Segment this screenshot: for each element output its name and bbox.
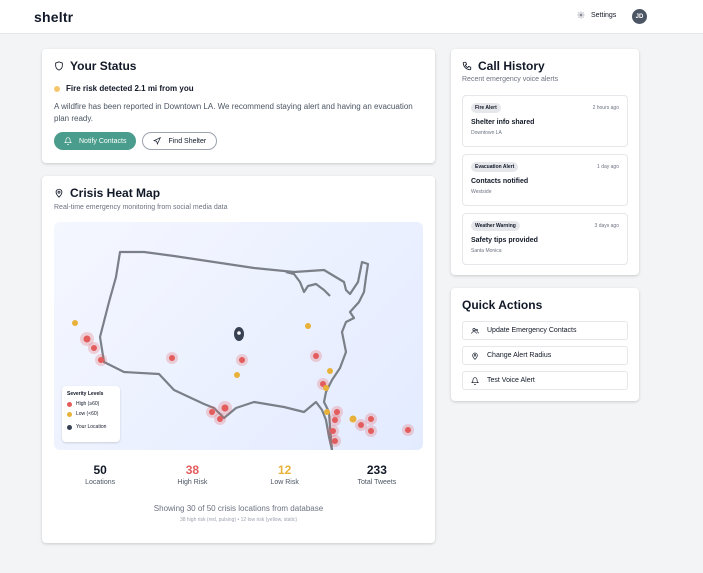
phone-icon	[462, 61, 472, 71]
map-pin-icon	[55, 188, 63, 198]
stat-total-tweets-label: Total Tweets	[357, 479, 397, 486]
status-actions: Notify Contacts Find Shelter	[54, 132, 423, 150]
map-legend: Severity Levels High (≥60) Low (<60) You…	[62, 386, 120, 442]
low-risk-point[interactable]	[324, 409, 330, 415]
call-history-card: Call History Recent emergency voice aler…	[451, 49, 639, 275]
settings-label: Settings	[591, 11, 617, 19]
test-voice-alert-button[interactable]: Test Voice Alert	[462, 371, 628, 390]
shield-icon	[55, 61, 63, 71]
bell-icon	[471, 376, 479, 385]
heatmap-title-text: Crisis Heat Map	[70, 186, 161, 200]
status-card: Your Status Fire risk detected 2.1 mi fr…	[42, 49, 435, 163]
status-title: Your Status	[54, 59, 423, 73]
stat-total-tweets: 233 Total Tweets	[331, 463, 423, 486]
stat-low-risk-value: 12	[277, 463, 292, 477]
update-contacts-label: Update Emergency Contacts	[487, 327, 577, 334]
update-contacts-button[interactable]: Update Emergency Contacts	[462, 321, 628, 340]
history-item[interactable]: Weather Warning 3 days ago Safety tips p…	[462, 213, 628, 265]
history-title: Contacts notified	[471, 178, 529, 185]
quick-actions-card: Quick Actions Update Emergency Contacts …	[451, 288, 639, 401]
stat-total-tweets-value: 233	[366, 463, 387, 477]
warning-dot	[54, 85, 60, 92]
navigation-icon	[153, 137, 162, 145]
low-risk-point[interactable]	[305, 323, 311, 329]
call-history-subtitle: Recent emergency voice alerts	[462, 76, 559, 83]
call-history-title-text: Call History	[478, 59, 545, 73]
legend-low: Low (<60)	[67, 411, 115, 417]
stat-locations-label: Locations	[85, 479, 116, 486]
heatmap-subtitle: Real-time emergency monitoring from soci…	[54, 204, 228, 211]
notify-contacts-button[interactable]: Notify Contacts	[54, 132, 137, 150]
users-icon	[471, 327, 479, 334]
stat-locations: 50 Locations	[54, 463, 146, 486]
status-headline: Fire risk detected 2.1 mi from you	[54, 84, 423, 93]
heatmap-stats: 50 Locations 38 High Risk 12 Low Risk 23…	[54, 463, 423, 486]
history-time: 2 hours ago	[592, 105, 619, 111]
call-history-title: Call History	[462, 59, 628, 73]
gear-icon	[577, 11, 585, 19]
bell-icon	[64, 137, 72, 145]
low-risk-point[interactable]	[327, 368, 333, 374]
heatmap-map[interactable]: Severity Levels High (≥60) Low (<60) You…	[54, 222, 423, 450]
map-pin-icon	[472, 352, 478, 360]
history-time: 1 day ago	[597, 164, 619, 170]
legend-high-label: High (≥60)	[76, 401, 100, 407]
legend-location: Your Location	[67, 424, 115, 430]
quick-actions-title: Quick Actions	[462, 298, 543, 312]
high-risk-points	[80, 332, 414, 447]
legend-low-label: Low (<60)	[76, 411, 99, 417]
low-dot	[67, 411, 72, 417]
change-radius-button[interactable]: Change Alert Radius	[462, 346, 628, 365]
stat-high-risk: 38 High Risk	[146, 463, 238, 486]
low-risk-point[interactable]	[323, 385, 329, 391]
user-location-pin[interactable]	[234, 327, 244, 341]
heatmap-title: Crisis Heat Map	[54, 186, 423, 200]
history-time: 3 days ago	[594, 223, 619, 229]
top-bar: sheltr Settings JD	[0, 0, 703, 34]
stat-locations-value: 50	[93, 463, 107, 477]
heatmap-card: Crisis Heat Map Real-time emergency moni…	[42, 176, 435, 543]
history-location: Westside	[471, 189, 492, 195]
history-location: Santa Monica	[471, 248, 502, 254]
status-description: A wildfire has been reported in Downtown…	[54, 102, 413, 123]
history-title: Shelter info shared	[471, 119, 535, 126]
stat-low-risk-label: Low Risk	[270, 479, 299, 486]
legend-high: High (≥60)	[67, 401, 115, 407]
low-risk-point[interactable]	[72, 320, 78, 326]
history-badge: Fire Alert	[471, 103, 501, 113]
notify-contacts-label: Notify Contacts	[79, 137, 127, 145]
history-location: Downtown LA	[471, 130, 502, 136]
history-title: Safety tips provided	[471, 237, 538, 244]
brand-logo[interactable]: sheltr	[34, 9, 73, 25]
legend-location-label: Your Location	[76, 424, 107, 430]
low-risk-point[interactable]	[234, 372, 240, 378]
stat-high-risk-value: 38	[185, 463, 200, 477]
location-dot	[67, 424, 72, 430]
history-badge: Weather Warning	[471, 221, 520, 231]
find-shelter-label: Find Shelter	[168, 137, 207, 145]
great-lakes-outline	[285, 270, 331, 297]
history-item[interactable]: Evacuation Alert 1 day ago Contacts noti…	[462, 154, 628, 206]
high-dot	[67, 401, 72, 407]
find-shelter-button[interactable]: Find Shelter	[142, 132, 218, 150]
history-badge: Evacuation Alert	[471, 162, 519, 172]
status-title-text: Your Status	[70, 59, 137, 73]
heatmap-footer: Showing 30 of 50 crisis locations from d…	[153, 504, 324, 513]
stat-high-risk-label: High Risk	[177, 479, 208, 486]
heatmap-footer-sub: 38 high risk (red, pulsing) • 12 low ris…	[179, 517, 298, 523]
settings-button[interactable]: Settings	[577, 11, 616, 19]
stat-low-risk: 12 Low Risk	[239, 463, 331, 486]
change-radius-label: Change Alert Radius	[487, 352, 552, 359]
status-headline-text: Fire risk detected 2.1 mi from you	[66, 84, 194, 93]
us-outline	[98, 250, 370, 450]
low-risk-point[interactable]	[349, 415, 357, 423]
legend-title: Severity Levels	[67, 391, 104, 397]
user-avatar[interactable]: JD	[632, 9, 647, 24]
history-item[interactable]: Fire Alert 2 hours ago Shelter info shar…	[462, 95, 628, 147]
test-voice-alert-label: Test Voice Alert	[487, 377, 535, 384]
